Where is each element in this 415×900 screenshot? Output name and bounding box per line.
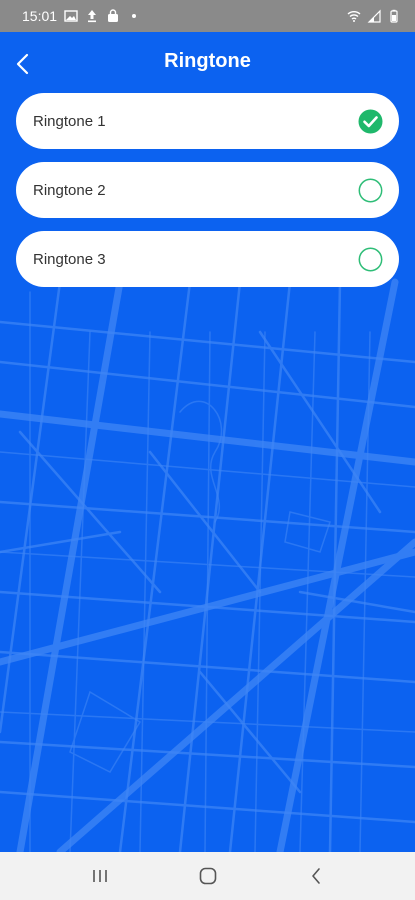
recent-apps-icon: [91, 868, 109, 884]
ringtone-label: Ringtone 2: [33, 181, 106, 199]
home-icon: [198, 866, 218, 886]
radio-unchecked-icon[interactable]: [358, 247, 383, 272]
ringtone-label: Ringtone 3: [33, 250, 106, 268]
radio-unchecked-icon[interactable]: [358, 178, 383, 203]
check-circle-icon[interactable]: [358, 109, 383, 134]
battery-icon: [387, 9, 401, 23]
app-header: Ringtone: [0, 32, 415, 96]
wifi-icon: [347, 9, 361, 23]
upload-icon: [85, 9, 99, 23]
page-title: Ringtone: [164, 50, 251, 72]
gallery-icon: [64, 9, 78, 23]
status-bar: 15:01: [0, 0, 415, 32]
status-left: 15:01: [22, 8, 141, 24]
bag-icon: [106, 9, 120, 23]
ringtone-item-3[interactable]: Ringtone 3: [16, 231, 399, 287]
status-time: 15:01: [22, 8, 58, 24]
recent-apps-button[interactable]: [46, 852, 154, 900]
navigation-bar: [0, 852, 415, 900]
ringtone-item-2[interactable]: Ringtone 2: [16, 162, 399, 218]
ringtone-list: Ringtone 1 Ringtone 2 Ringtone 3: [16, 93, 399, 300]
nav-back-button[interactable]: [262, 852, 370, 900]
status-right: [347, 9, 401, 23]
ringtone-label: Ringtone 1: [33, 112, 106, 130]
home-button[interactable]: [154, 852, 262, 900]
back-icon: [310, 867, 322, 885]
ringtone-item-1[interactable]: Ringtone 1: [16, 93, 399, 149]
notification-dot-icon: [127, 9, 141, 23]
signal-icon: [367, 9, 381, 23]
